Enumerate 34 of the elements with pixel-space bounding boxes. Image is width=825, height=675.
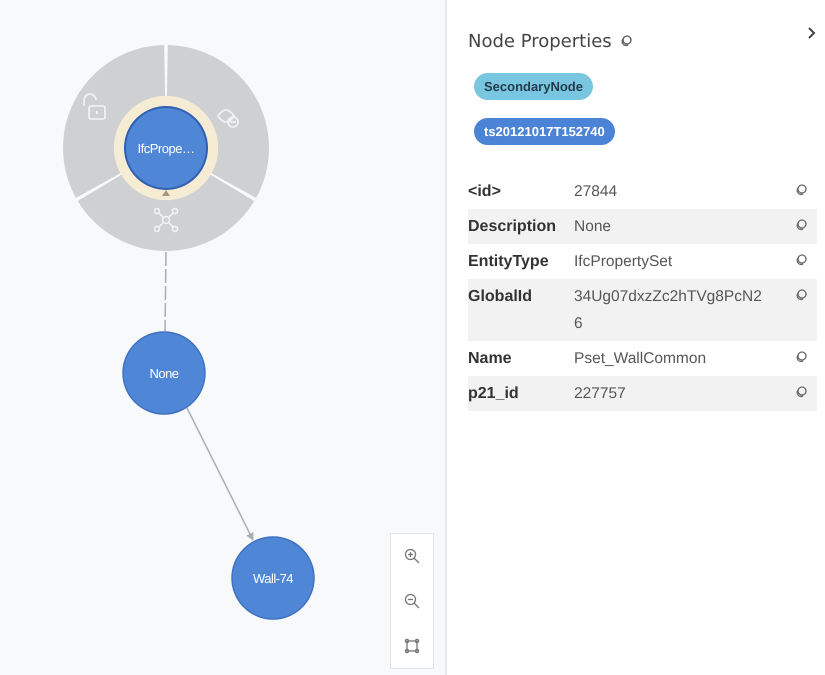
copy-icon[interactable]	[795, 184, 807, 196]
copy-icon[interactable]	[795, 351, 807, 363]
copy-icon[interactable]	[795, 289, 807, 301]
panel-title: Node Properties	[468, 30, 612, 52]
tag-badge: SecondaryNode	[474, 73, 593, 100]
property-key: GlobalId	[468, 283, 574, 310]
copy-icon[interactable]	[795, 386, 807, 398]
property-value: 227757	[574, 384, 627, 404]
node-circle[interactable]	[122, 331, 206, 415]
menu-segment[interactable]	[78, 174, 254, 251]
chevron-right-icon[interactable]	[807, 26, 817, 40]
property-value: IfcPropertySet	[574, 252, 674, 272]
node-label: Wall-74	[252, 571, 294, 586]
node-label: None	[149, 366, 179, 381]
property-value: None	[574, 217, 612, 237]
network-icon	[154, 208, 178, 232]
copy-icon[interactable]	[795, 219, 807, 231]
eye-slash-icon	[217, 109, 239, 128]
node-label: IfcPrope…	[138, 141, 194, 156]
lock-icon	[83, 93, 106, 120]
property-key: p21_id	[468, 380, 574, 407]
property-key: Name	[468, 345, 574, 372]
property-value: 27844	[574, 182, 618, 202]
property-key: <id>	[468, 178, 574, 205]
property-key: EntityType	[468, 248, 574, 275]
copy-icon[interactable]	[620, 35, 632, 47]
node-circle[interactable]	[231, 536, 315, 620]
property-key: Description	[468, 213, 574, 240]
tag-badge: ts20121017T152740	[474, 118, 615, 145]
node-circle[interactable]	[124, 106, 208, 190]
copy-icon[interactable]	[795, 254, 807, 266]
property-value: Pset_WallCommon	[574, 349, 708, 369]
ring-pointer-icon	[162, 190, 170, 196]
property-value: 34Ug07dxzZc2hTVg8PcN26	[574, 287, 763, 334]
